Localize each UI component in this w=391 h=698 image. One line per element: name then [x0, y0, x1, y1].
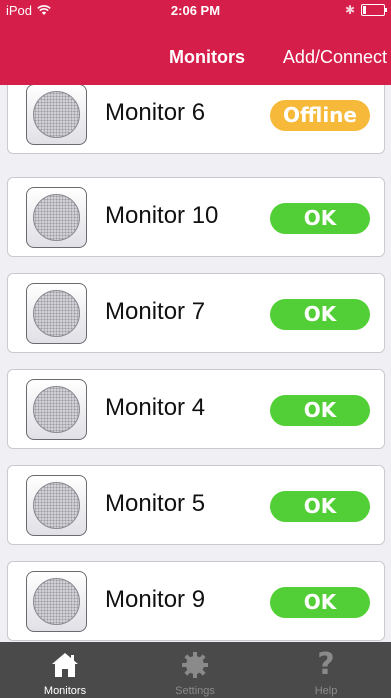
home-icon [52, 653, 78, 677]
status-right: ✱ [344, 3, 387, 17]
gear-icon [182, 652, 208, 678]
add-connect-button[interactable]: Add/Connect [283, 47, 387, 68]
tab-monitors[interactable]: Monitors [0, 642, 130, 698]
monitor-card[interactable]: Monitor 4 OK [7, 369, 385, 449]
monitor-list[interactable]: Monitor 6 Offline Monitor 10 OK Monitor … [0, 85, 391, 642]
battery-icon [361, 4, 387, 16]
speaker-icon [26, 187, 87, 248]
speaker-icon [26, 379, 87, 440]
app-header: iPod 2:06 PM ✱ Monitors Add/Connect [0, 0, 391, 85]
status-badge: OK [270, 299, 370, 330]
nav-bar: Monitors Add/Connect [0, 42, 391, 78]
monitor-card[interactable]: Monitor 7 OK [7, 273, 385, 353]
tab-settings[interactable]: Settings [130, 642, 260, 698]
monitor-name: Monitor 9 [105, 586, 206, 613]
status-bar: iPod 2:06 PM ✱ [0, 0, 391, 20]
status-badge: Offline [270, 100, 370, 131]
speaker-icon [26, 571, 87, 632]
monitor-name: Monitor 7 [105, 298, 206, 325]
monitor-name: Monitor 5 [105, 490, 206, 517]
status-time: 2:06 PM [170, 3, 221, 18]
question-icon: ? [317, 647, 335, 682]
monitor-name: Monitor 4 [105, 394, 206, 421]
monitor-name: Monitor 10 [105, 202, 219, 229]
nav-title[interactable]: Monitors [169, 47, 245, 68]
monitor-card[interactable]: Monitor 10 OK [7, 177, 385, 257]
tab-label: Monitors [43, 685, 87, 697]
speaker-icon [26, 475, 87, 536]
tab-bar: Monitors Settings ? Help [0, 642, 391, 698]
bluetooth-icon: ✱ [344, 3, 355, 17]
tab-label: Settings [175, 685, 215, 697]
speaker-icon [26, 85, 87, 145]
status-badge: OK [270, 395, 370, 426]
status-badge: OK [270, 491, 370, 522]
monitor-card[interactable]: Monitor 6 Offline [7, 85, 385, 154]
tab-label: Help [314, 685, 338, 697]
tab-help[interactable]: ? Help [261, 642, 391, 698]
monitor-name: Monitor 6 [105, 99, 206, 126]
monitor-card[interactable]: Monitor 9 OK [7, 561, 385, 641]
speaker-icon [26, 283, 87, 344]
monitor-card[interactable]: Monitor 5 OK [7, 465, 385, 545]
status-badge: OK [270, 587, 370, 618]
status-badge: OK [270, 203, 370, 234]
